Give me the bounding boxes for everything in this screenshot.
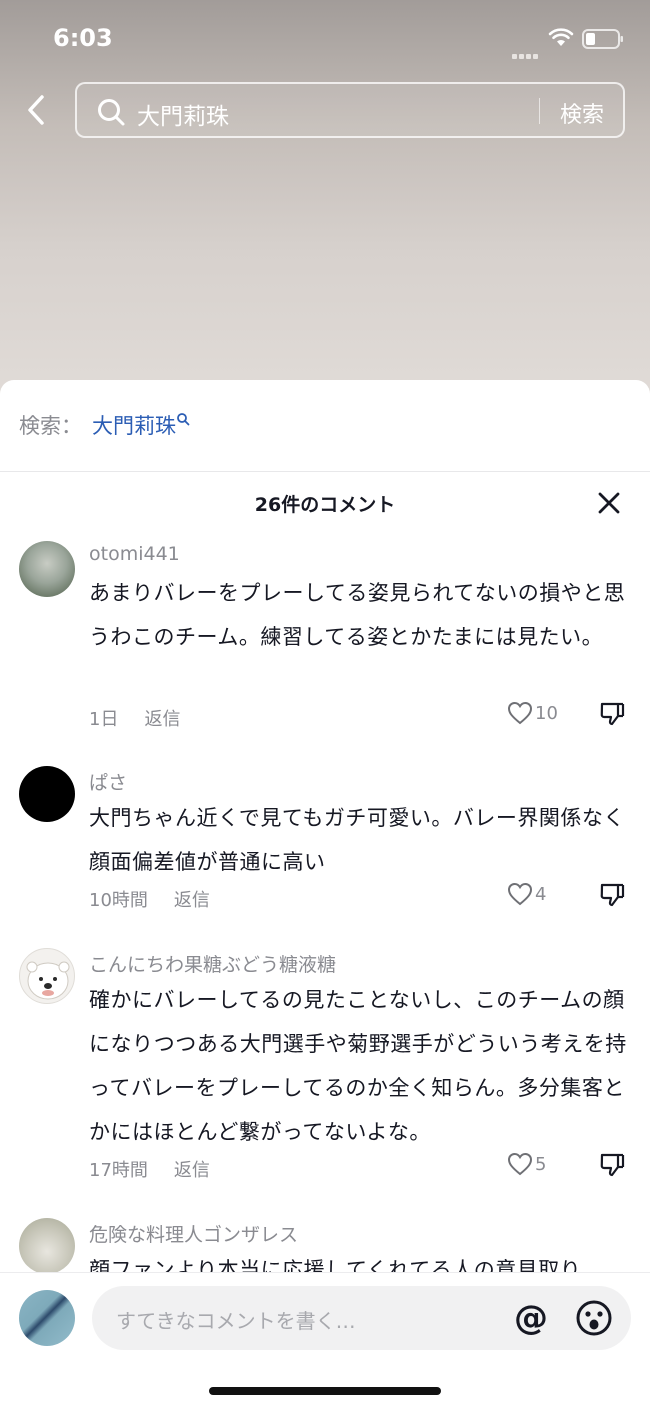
avatar[interactable] [19,541,75,597]
comment-count-title: 26件のコメント [254,494,396,516]
comment-username[interactable]: ぱさ [89,768,127,795]
search-divider [539,98,540,124]
comment-input-placeholder[interactable]: すてきなコメントを書く… [116,1305,356,1334]
like-count: 5 [535,1153,547,1175]
like-button[interactable]: 5 [507,1152,546,1180]
comment-item: 危険な料理人ゴンザレス 顔ファンより本当に応援してくれてる人の意見取り [0,1218,650,1278]
heart-outline-icon [507,1152,533,1176]
divider [0,471,650,472]
comment-meta: 10時間 返信 [89,886,210,912]
wifi-icon [548,28,574,46]
comment-username[interactable]: こんにちわ果糖ぶどう糖液糖 [89,950,336,977]
search-suggestion: 検索： 大門莉珠 [19,410,190,444]
status-bar: 6:03 [0,0,650,80]
like-count: 4 [535,883,547,905]
comment-input[interactable]: すてきなコメントを書く… @ [92,1286,631,1350]
search-suggestion-link[interactable]: 大門莉珠 [92,414,176,438]
comment-text: あまりバレーをプレーしてる姿見られてないの損やと思うわこのチーム。練習してる姿と… [89,581,626,649]
comment-time: 17時間 [89,1160,148,1181]
avatar[interactable] [19,1218,75,1274]
status-time: 6:03 [53,24,113,52]
heart-outline-icon [507,701,533,725]
comment-username[interactable]: otomi441 [89,543,180,565]
reply-button[interactable]: 返信 [144,709,180,730]
comment-meta: 1日 返信 [89,705,180,731]
comment-item: こんにちわ果糖ぶどう糖液糖 確かにバレーしてるの見たことないし、このチームの顔に… [0,948,650,1188]
comment-text: 大門ちゃん近くで見てもガチ可愛い。バレー界関係なく顔面偏差値が普通に高い [89,806,625,874]
like-count: 10 [535,702,558,724]
thumbs-down-icon[interactable] [599,701,625,727]
like-button[interactable]: 4 [507,882,546,910]
comment-username[interactable]: 危険な料理人ゴンザレス [89,1220,298,1247]
avatar[interactable] [19,948,75,1004]
home-indicator [209,1387,441,1395]
search-submit-button[interactable]: 検索 [560,97,604,129]
like-button[interactable]: 10 [507,701,558,729]
search-icon [177,413,190,426]
search-query[interactable]: 大門莉珠 [137,97,229,131]
comments-sheet: 検索： 大門莉珠 26件のコメント otomi441 あまりバレーをプレーしてる姿… [0,380,650,1407]
thumbs-down-icon[interactable] [599,1152,625,1178]
comment-meta: 17時間 返信 [89,1156,210,1182]
reply-button[interactable]: 返信 [174,890,210,911]
search-suggestion-prefix: 検索： [19,414,82,438]
close-button[interactable] [597,491,621,515]
comment-time: 10時間 [89,890,148,911]
reply-button[interactable]: 返信 [174,1160,210,1181]
comment-item: otomi441 あまりバレーをプレーしてる姿見られてないの損やと思うわこのチー… [0,541,650,741]
cellular-signal-icon [512,40,542,59]
comment-composer-bar: すてきなコメントを書く… @ [0,1272,650,1407]
search-bar[interactable]: 大門莉珠 検索 [75,82,625,138]
polar-bear-icon [26,961,70,1000]
battery-icon [582,29,623,49]
comment-item: ぱさ 大門ちゃん近くで見てもガチ可愛い。バレー界関係なく顔面偏差値が普通に高い … [0,766,650,916]
thumbs-down-icon[interactable] [599,882,625,908]
mention-button[interactable]: @ [512,1299,550,1337]
heart-outline-icon [507,882,533,906]
my-avatar[interactable] [19,1290,75,1346]
emoji-icon[interactable] [575,1299,613,1337]
avatar[interactable] [19,766,75,822]
search-icon [98,99,125,126]
comment-text: 確かにバレーしてるの見たことないし、このチームの顔になりつつある大門選手や菊野選… [89,988,627,1144]
back-button[interactable] [18,88,58,132]
comment-time: 1日 [89,709,119,730]
